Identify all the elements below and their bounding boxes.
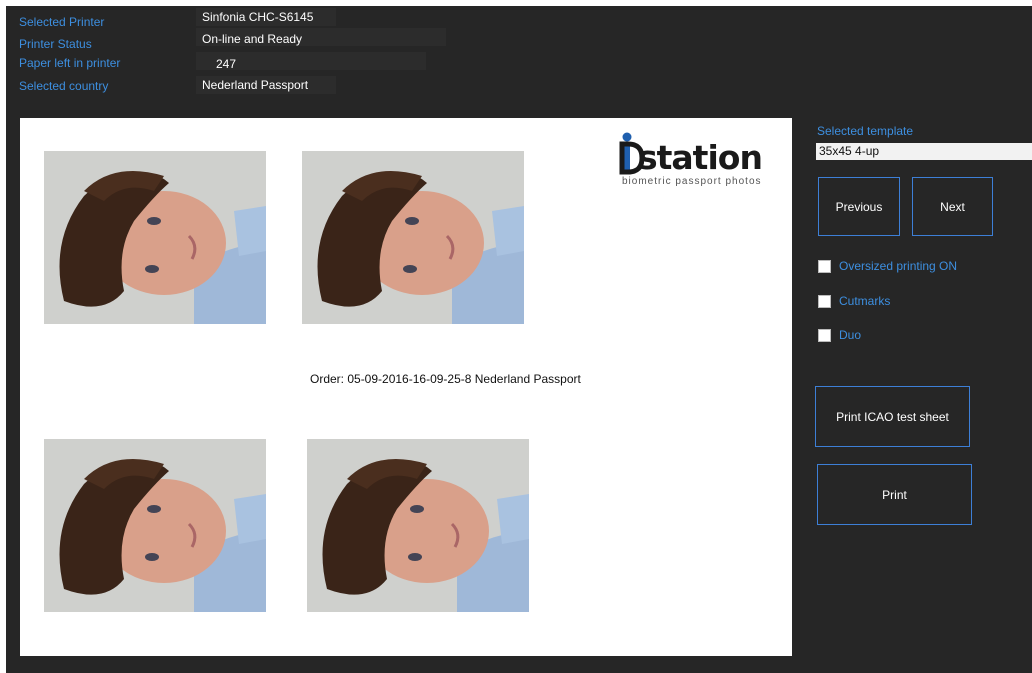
paper-left-label: Paper left in printer — [19, 56, 121, 70]
checkbox-box[interactable] — [818, 294, 831, 308]
printer-status-value: On-line and Ready — [202, 32, 303, 46]
portrait-image — [44, 439, 266, 612]
order-text: Order: 05-09-2016-16-09-25-8 Nederland P… — [310, 372, 581, 386]
print-button[interactable]: Print — [817, 464, 972, 525]
passport-photo — [302, 151, 524, 324]
next-button[interactable]: Next — [912, 177, 993, 236]
duo-label: Duo — [839, 328, 862, 342]
next-button-label: Next — [940, 199, 965, 214]
print-icao-test-sheet-button[interactable]: Print ICAO test sheet — [815, 386, 970, 447]
print-icao-button-label: Print ICAO test sheet — [836, 409, 949, 424]
template-select[interactable]: 35x45 4-up — [816, 143, 1032, 160]
selected-country-label: Selected country — [19, 79, 109, 93]
checkbox-box[interactable] — [818, 328, 831, 342]
previous-button-label: Previous — [835, 199, 883, 214]
selected-template-label: Selected template — [817, 124, 914, 138]
portrait-image — [307, 439, 529, 612]
duo-checkbox[interactable]: Duo — [818, 328, 861, 342]
oversized-printing-checkbox[interactable]: Oversized printing ON — [818, 259, 957, 273]
printer-status-label: Printer Status — [19, 37, 92, 51]
logo-wordmark: station — [638, 138, 763, 177]
oversized-printing-label: Oversized printing ON — [839, 259, 958, 273]
print-button-label: Print — [882, 487, 907, 502]
idstation-logo: station biometric passport photos — [612, 132, 788, 194]
previous-button[interactable]: Previous — [818, 177, 900, 236]
passport-photo — [307, 439, 529, 612]
portrait-image — [302, 151, 524, 324]
selected-country-value: Nederland Passport — [202, 78, 309, 92]
print-preview-sheet: Order: 05-09-2016-16-09-25-8 Nederland P… — [20, 118, 792, 656]
selected-printer-value: Sinfonia CHC-S6145 — [202, 10, 314, 24]
selected-printer-label: Selected Printer — [19, 15, 105, 29]
paper-left-value: 247 — [216, 57, 237, 71]
passport-photo — [44, 151, 266, 324]
cutmarks-checkbox[interactable]: Cutmarks — [818, 294, 890, 308]
cutmarks-label: Cutmarks — [839, 294, 891, 308]
checkbox-box[interactable] — [818, 259, 831, 273]
logo-tagline: biometric passport photos — [622, 176, 762, 187]
app-window: Selected Printer Sinfonia CHC-S6145 Prin… — [6, 6, 1032, 673]
portrait-image — [44, 151, 266, 324]
passport-photo — [44, 439, 266, 612]
